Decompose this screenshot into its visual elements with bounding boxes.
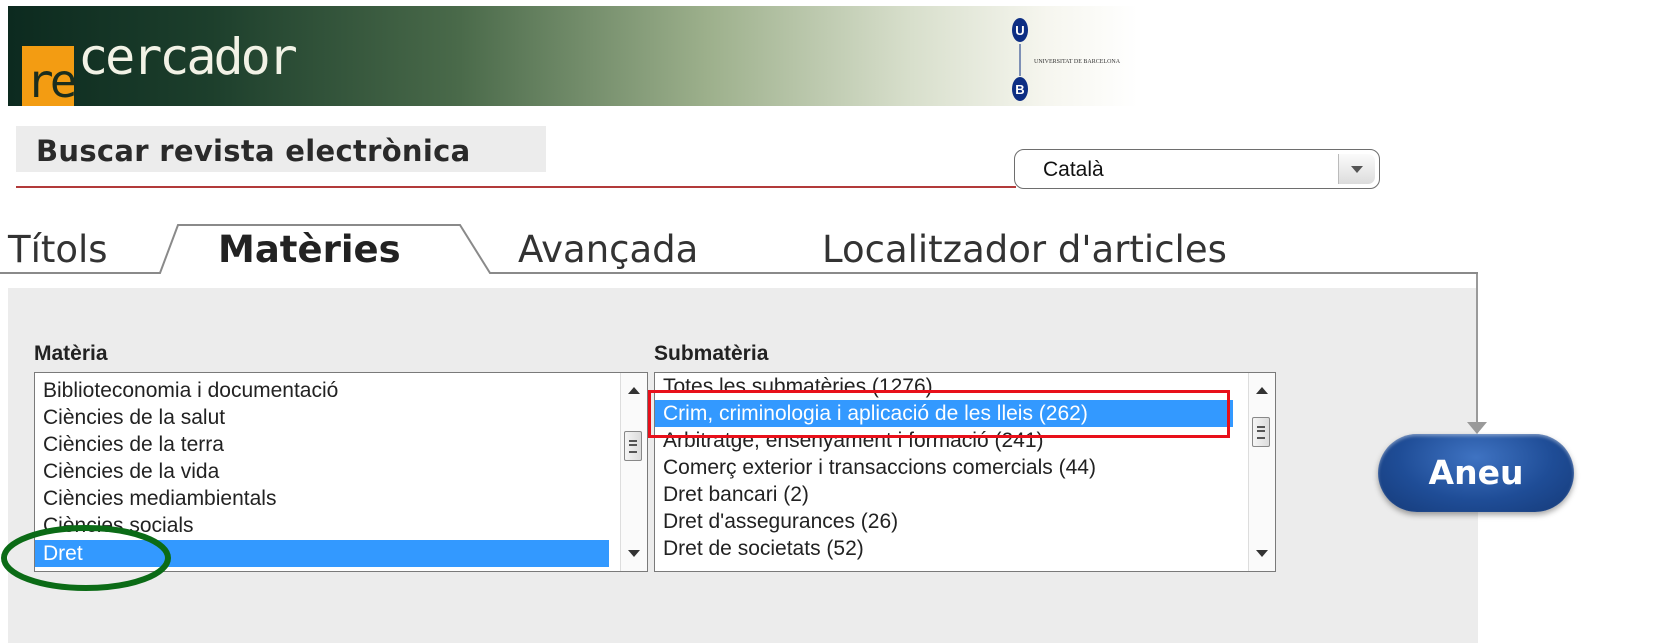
highlight-green-oval [1, 525, 171, 591]
university-name: UNIVERSITAT DE BARCELONA [1034, 59, 1121, 65]
language-selected-value: Català [1043, 158, 1104, 181]
list-item[interactable]: Dret bancari (2) [655, 481, 1249, 508]
logo-suffix: cercador [78, 28, 298, 86]
page-title: Buscar revista electrònica [36, 134, 471, 168]
list-item[interactable]: Ciències de la terra [35, 431, 621, 458]
materia-scrollbar[interactable] [620, 373, 647, 571]
materia-label: Matèria [34, 342, 108, 365]
list-item[interactable]: Ciències de la salut [35, 404, 621, 431]
ub-letter-u: U [1015, 23, 1024, 38]
scroll-down-icon[interactable] [628, 550, 640, 557]
submateria-scrollbar[interactable] [1248, 373, 1275, 571]
list-item[interactable]: Ciències mediambientals [35, 485, 621, 512]
tab-avancada[interactable]: Avançada [518, 228, 698, 271]
list-item[interactable]: Ciències de la vida [35, 458, 621, 485]
list-item[interactable]: Dret de societats (52) [655, 535, 1249, 562]
title-divider [16, 186, 1016, 188]
logo-prefix: re [22, 46, 77, 106]
go-button[interactable]: Aneu [1378, 434, 1574, 512]
list-item[interactable]: Comerç exterior i transaccions comercial… [655, 454, 1249, 481]
header-banner: re cercador U B UNIVERSITAT DE BARCELONA [8, 6, 1138, 106]
scroll-thumb[interactable] [1252, 417, 1270, 447]
list-item[interactable]: Dret d'assegurances (26) [655, 508, 1249, 535]
scroll-up-icon[interactable] [628, 387, 640, 394]
chevron-down-icon[interactable] [1338, 154, 1375, 184]
language-select[interactable]: Català [1014, 149, 1380, 189]
panel-connector-line [1476, 274, 1478, 424]
university-logo: U B UNIVERSITAT DE BARCELONA [1012, 18, 1121, 101]
list-item[interactable]: Biblioteconomia i documentació [35, 377, 621, 404]
tab-materies[interactable]: Matèries [218, 228, 401, 271]
ub-letter-b: B [1015, 82, 1024, 97]
arrow-down-icon [1467, 422, 1487, 434]
submateria-label: Submatèria [654, 342, 769, 365]
tab-localitzador[interactable]: Localitzador d'articles [822, 228, 1227, 271]
tab-titols[interactable]: Títols [8, 228, 108, 271]
scroll-down-icon[interactable] [1256, 550, 1268, 557]
highlight-red-rectangle [648, 390, 1230, 438]
scroll-thumb[interactable] [624, 431, 642, 461]
scroll-up-icon[interactable] [1256, 387, 1268, 394]
